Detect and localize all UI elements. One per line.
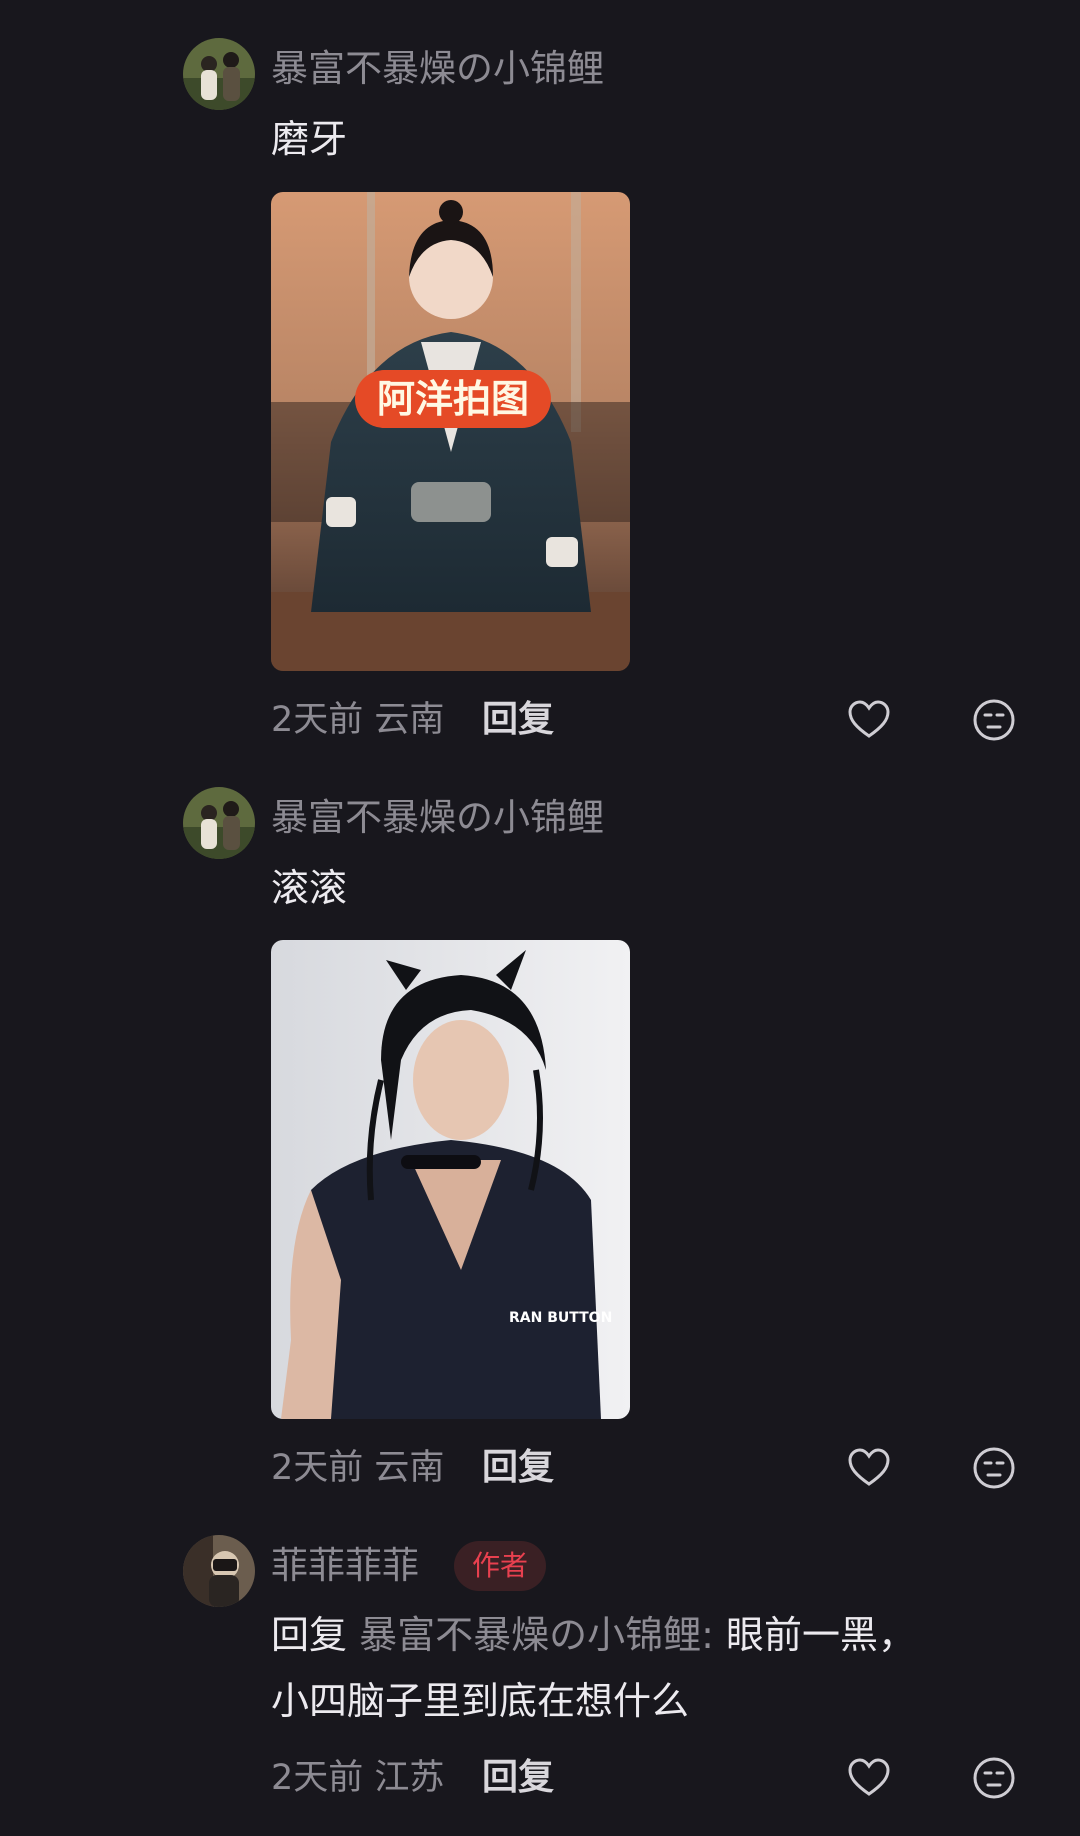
comment-time: 2天前	[271, 1448, 364, 1488]
comment-location: 江苏	[374, 1758, 445, 1798]
avatar[interactable]	[183, 38, 255, 110]
heart-icon	[848, 1448, 890, 1486]
reply-button[interactable]: 回复	[482, 1446, 554, 1490]
comment-meta: 2天前 云南	[271, 698, 444, 742]
like-button[interactable]	[846, 1445, 892, 1491]
unamused-face-icon	[973, 1757, 1015, 1799]
username[interactable]: 暴富不暴燥の小锦鲤	[271, 795, 604, 841]
comment-time: 2天前	[271, 1758, 364, 1798]
comment-time: 2天前	[271, 700, 364, 740]
image-caption: 阿洋拍图	[377, 377, 529, 421]
image-watermark: RAN BUTTON	[509, 1310, 612, 1326]
comment-location: 云南	[374, 700, 445, 740]
dislike-button[interactable]	[971, 1445, 1017, 1491]
avatar[interactable]	[183, 787, 255, 859]
dislike-button[interactable]	[971, 1755, 1017, 1801]
heart-icon	[848, 1758, 890, 1796]
reply-button[interactable]: 回复	[482, 1756, 554, 1800]
comment-text-line2: 小四脑子里到底在想什么	[271, 1679, 690, 1723]
heart-icon	[848, 700, 890, 738]
comment-meta: 2天前 江苏	[271, 1756, 444, 1800]
unamused-face-icon	[973, 699, 1015, 741]
comment-text: 滚滚	[271, 866, 348, 910]
username[interactable]: 菲菲菲菲	[271, 1543, 419, 1589]
mention-username[interactable]: 暴富不暴燥の小锦鲤:	[359, 1613, 714, 1657]
reply-prefix: 回复	[271, 1613, 348, 1657]
comment-image[interactable]: RAN BUTTON	[271, 940, 630, 1419]
comment-text: 磨牙	[271, 117, 348, 161]
reply-button[interactable]: 回复	[482, 698, 554, 742]
unamused-face-icon	[973, 1447, 1015, 1489]
like-button[interactable]	[846, 697, 892, 743]
comment-image[interactable]: 阿洋拍图	[271, 192, 630, 671]
comment-text: 回复 暴富不暴燥の小锦鲤: 眼前一黑，	[271, 1602, 916, 1668]
comment-location: 云南	[374, 1448, 445, 1488]
dislike-button[interactable]	[971, 697, 1017, 743]
comment-meta: 2天前 云南	[271, 1446, 444, 1490]
avatar[interactable]	[183, 1535, 255, 1607]
like-button[interactable]	[846, 1755, 892, 1801]
author-badge: 作者	[454, 1541, 547, 1591]
username[interactable]: 暴富不暴燥の小锦鲤	[271, 46, 604, 92]
comment-text-line1: 眼前一黑，	[726, 1613, 917, 1657]
